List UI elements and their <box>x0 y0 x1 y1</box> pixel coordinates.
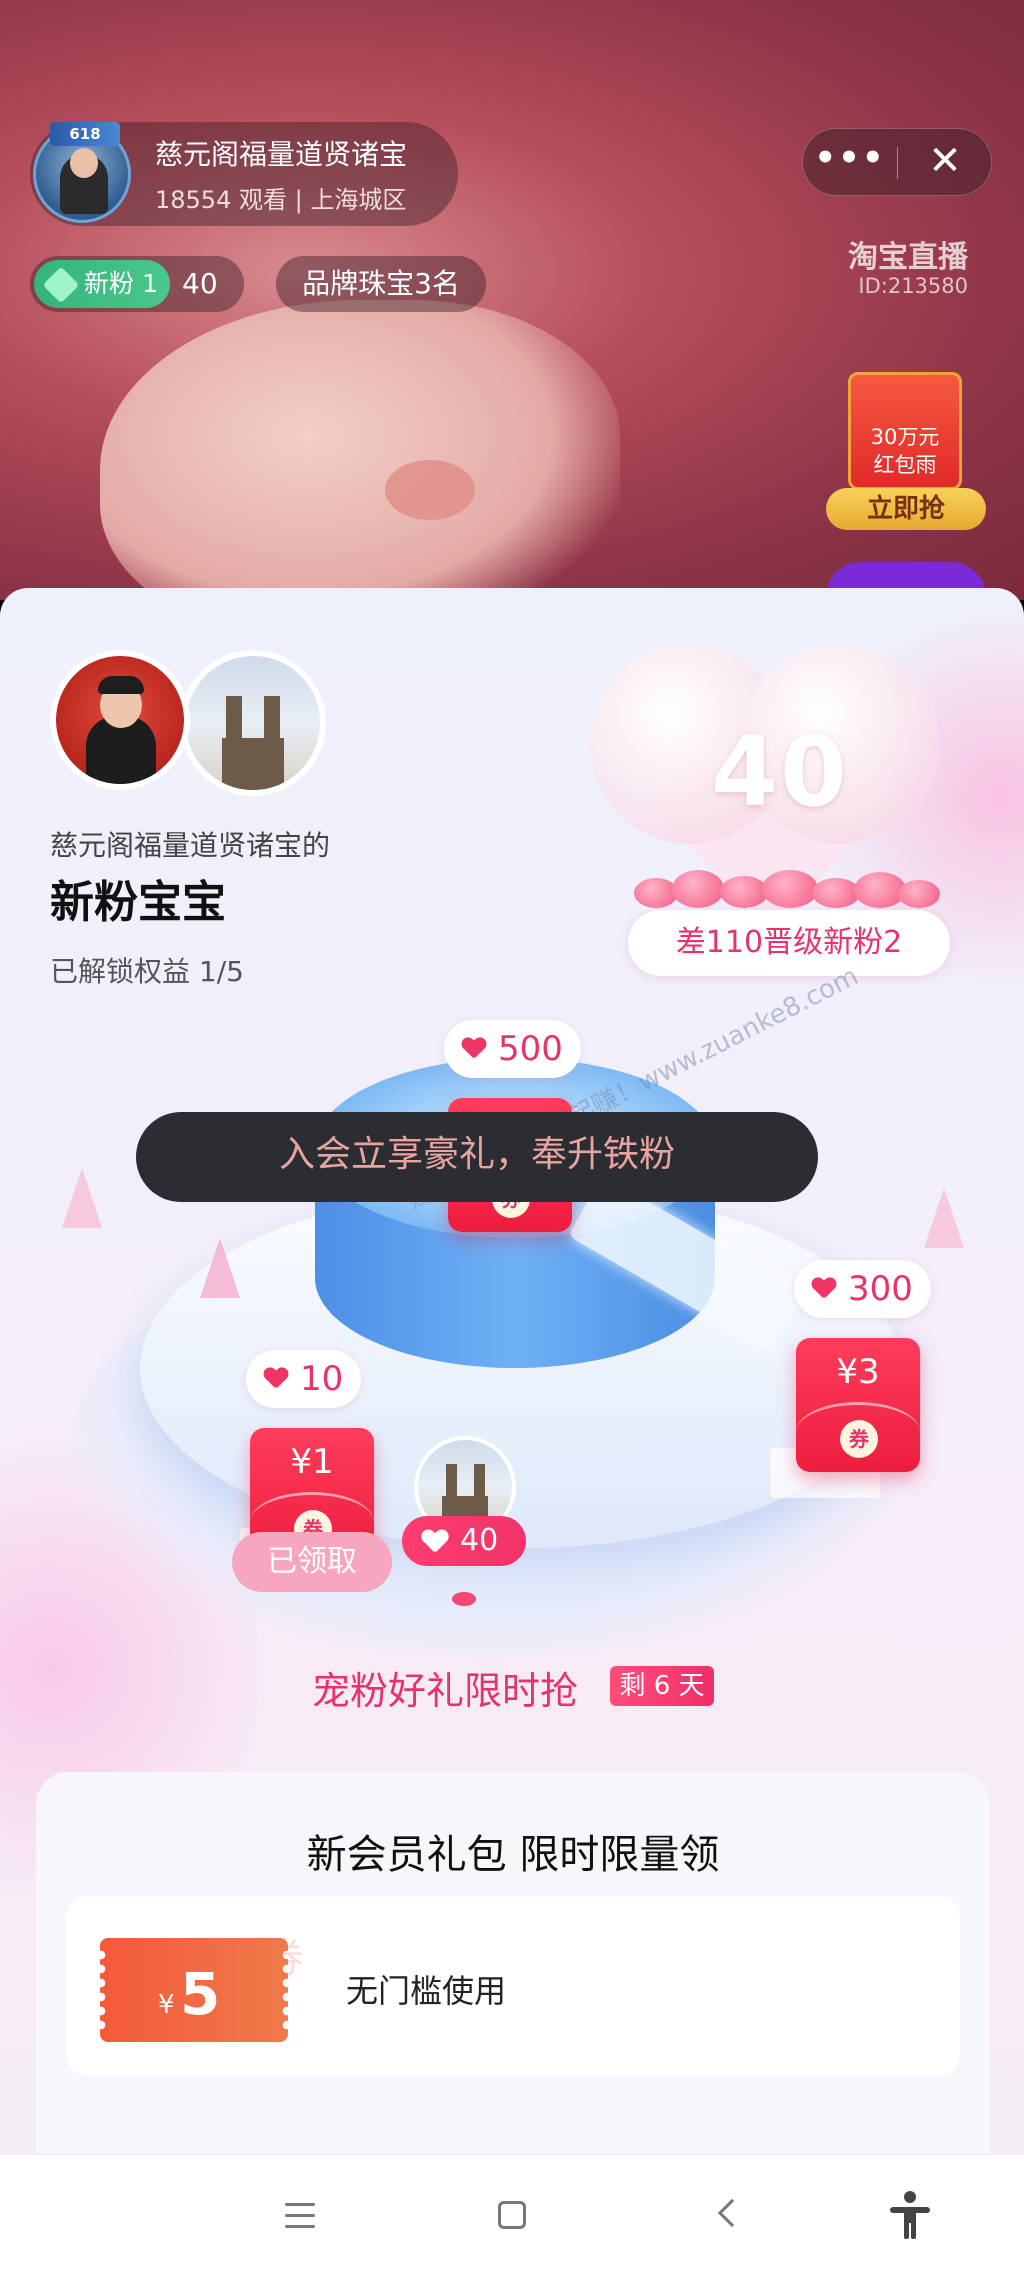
fan-level-title: 新粉宝宝 <box>50 877 226 928</box>
host-avatar[interactable]: 618 <box>33 122 131 223</box>
current-points-value: 40 <box>460 1523 499 1558</box>
reward-cost-tag: 10 <box>246 1350 362 1408</box>
heart-bubbles <box>628 870 946 908</box>
member-gift-title: 新会员礼包 限时限量领 <box>306 1832 720 1878</box>
coupon-amount: ¥1 <box>290 1442 334 1482</box>
member-coupon-row[interactable]: ¥ 5 券 无门槛使用 <box>66 1896 960 2076</box>
church-body <box>222 738 284 790</box>
meta-separator: | <box>294 186 311 214</box>
reward-cost-value: 300 <box>848 1269 913 1309</box>
menu-icon[interactable] <box>270 2185 330 2245</box>
promo-title: 宠粉好礼限时抢 <box>312 1669 579 1713</box>
coupon-watermark-word: 券 <box>264 1936 304 1982</box>
back-icon[interactable] <box>698 2185 758 2245</box>
tree-decor <box>200 1238 240 1298</box>
brand-rank-pill[interactable]: 品牌珠宝3名 <box>276 256 486 312</box>
coupon-notch <box>96 1948 106 2032</box>
fan-points-big: 40 <box>711 716 849 828</box>
coupon-value: 5 <box>180 1960 221 2028</box>
member-gift-card: 新会员礼包 限时限量领 ¥ 5 券 无门槛使用 <box>36 1772 990 2154</box>
accessibility-icon[interactable] <box>880 2185 940 2245</box>
reward-cost-value: 500 <box>498 1029 563 1069</box>
fan-avatar <box>180 650 326 796</box>
platform-logo: 淘宝直播 <box>848 240 968 275</box>
tree-decor <box>924 1188 964 1248</box>
member-coupon: ¥ 5 <box>96 1938 292 2042</box>
heart-icon <box>462 1038 486 1060</box>
coupon-seal: 券 <box>840 1420 878 1458</box>
host-meta: 18554 观看 | 上海城区 <box>155 180 406 215</box>
host-large-avatar[interactable] <box>50 650 190 790</box>
fan-club-sheet: 慈元阁福量道贤诸宝的 新粉宝宝 已解锁权益 1/5 40 差110晋级新粉2 赚… <box>0 588 1024 2154</box>
heart-icon <box>812 1278 836 1300</box>
top-control-capsule: ••• ✕ <box>802 128 992 196</box>
red-packet-amount: 30万元 <box>870 425 940 449</box>
system-navigation-bar <box>0 2154 1024 2276</box>
days-left-badge: 剩 6 天 <box>610 1666 714 1706</box>
video-nail-shape <box>385 460 475 520</box>
club-owner-label: 慈元阁福量道贤诸宝的 <box>50 829 331 862</box>
home-icon[interactable] <box>482 2185 542 2245</box>
unlocked-benefits: 已解锁权益 1/5 <box>50 955 244 988</box>
fan-level-tag: 新粉 1 <box>34 260 170 308</box>
fan-points: 40 <box>182 267 218 300</box>
join-member-button[interactable]: 入会立享豪礼，奉升铁粉 <box>136 1112 818 1202</box>
reward-coupon[interactable]: ¥3 券 <box>796 1338 920 1472</box>
video-hand-shape <box>100 300 620 600</box>
reward-cost-tag: 500 <box>444 1020 581 1078</box>
heart-icon <box>422 1530 448 1554</box>
claimed-badge: 已领取 <box>232 1532 392 1592</box>
grab-now-button[interactable]: 立即抢 <box>826 488 986 530</box>
host-location: 上海城区 <box>310 186 407 214</box>
reward-cost-tag: 300 <box>794 1260 931 1318</box>
red-packet-rain-widget[interactable]: 30万元 红包雨 <box>848 372 962 490</box>
heart-icon <box>264 1368 288 1390</box>
fan-level-label: 新粉 1 <box>84 269 158 298</box>
close-icon[interactable]: ✕ <box>899 129 991 195</box>
red-packet-label: 红包雨 <box>873 453 937 477</box>
coupon-amount: ¥3 <box>836 1352 880 1392</box>
coupon-currency: ¥ <box>158 1990 175 2020</box>
coupon-description: 无门槛使用 <box>346 1972 507 2010</box>
upgrade-hint-pill: 差110晋级新粉2 <box>628 910 950 976</box>
host-name: 慈元阁福量道贤诸宝 <box>155 138 408 171</box>
avatar-event-badge: 618 <box>50 122 120 146</box>
capsule-divider <box>897 147 898 179</box>
stage-marker-dot <box>452 1592 476 1606</box>
platform-room-id: ID:213580 <box>858 274 968 298</box>
avatar-face-shape <box>70 148 98 178</box>
fan-level-pill[interactable]: 新粉 1 40 <box>30 256 244 312</box>
diamond-icon <box>42 266 80 304</box>
viewer-count: 18554 观看 <box>155 186 287 214</box>
avatar-hair <box>98 676 144 694</box>
current-points-badge: 40 <box>402 1516 526 1566</box>
reward-cost-value: 10 <box>300 1359 344 1399</box>
tree-decor <box>62 1168 102 1228</box>
more-dots-icon[interactable]: ••• <box>803 129 897 195</box>
